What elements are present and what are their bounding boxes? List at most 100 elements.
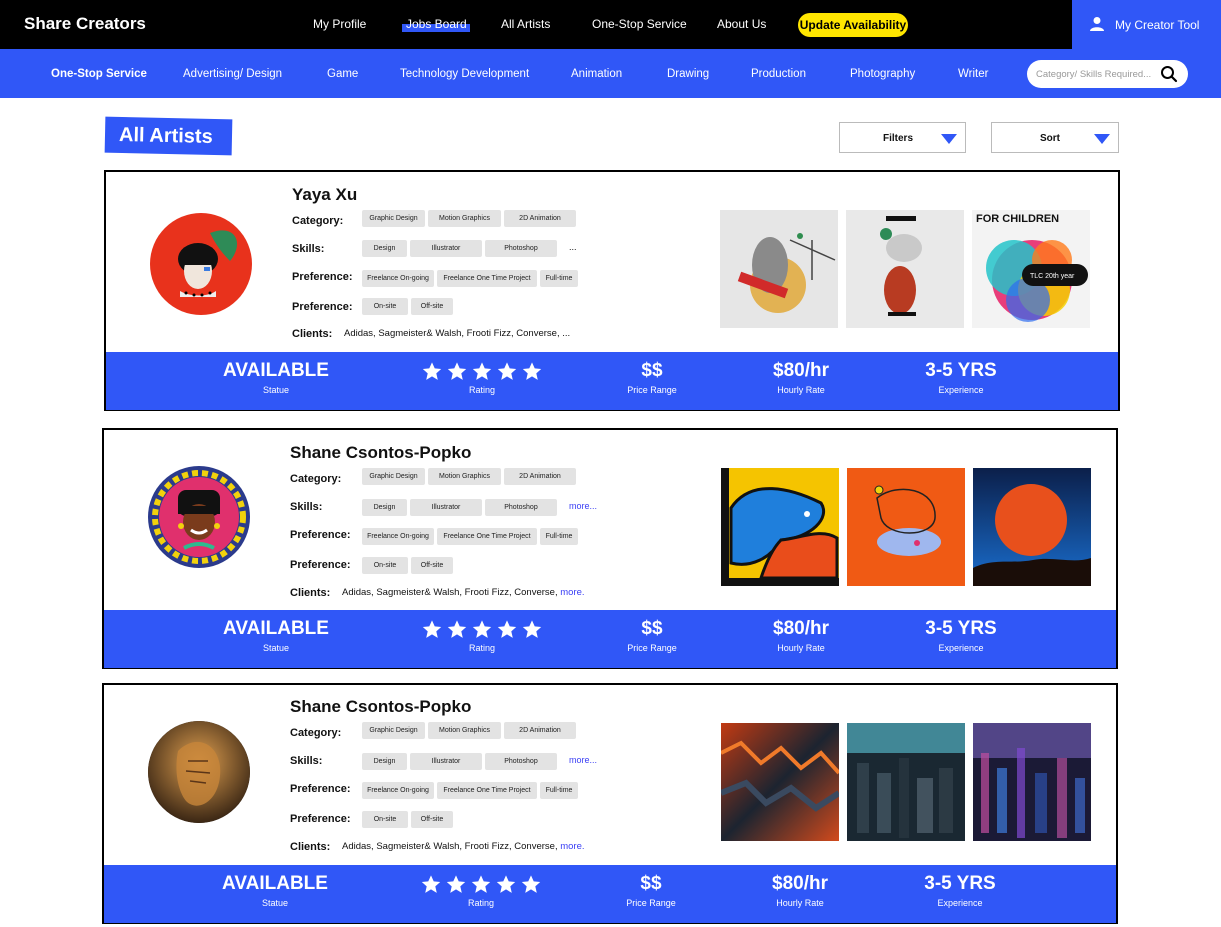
experience-value: 3-5 YRS [925,618,997,639]
brand-logo[interactable]: Share Creators [24,14,146,34]
status-value: AVAILABLE [222,873,328,894]
artist-card[interactable]: Shane Csontos-Popko Category: Graphic De… [102,428,1118,669]
clients-list: Adidas, Sagmeister& Walsh, Frooti Fizz, … [342,587,585,598]
hourly-value: $80/hr [772,873,828,894]
star-icon [497,619,517,638]
preference-tag: On-site [362,557,408,574]
status-value: AVAILABLE [223,618,329,639]
preference-tag: On-site [362,811,408,828]
hourly-label: Hourly Rate [777,385,825,395]
update-availability-button[interactable]: Update Availability [798,13,908,37]
status-value: AVAILABLE [223,360,329,381]
portfolio-thumbnail[interactable] [973,468,1091,586]
star-icon [422,619,442,638]
rating-label: Rating [468,385,495,395]
preference-tag: Full-time [540,528,578,545]
portfolio-thumbnail[interactable] [973,723,1091,841]
filters-dropdown[interactable]: Filters [839,122,966,153]
star-icon [421,874,441,893]
search-input[interactable] [1036,65,1156,83]
search-icon[interactable] [1160,65,1178,83]
nav-one-stop-service[interactable]: One-Stop Service [592,17,687,31]
skill-tag: Illustrator [410,499,482,516]
artist-name[interactable]: Shane Csontos-Popko [290,443,471,463]
rating-label: Rating [467,898,494,908]
more-clients-link[interactable]: more. [560,841,584,852]
star-icon [471,874,491,893]
price-label: Price Range [627,385,677,395]
status-label: Statue [262,385,290,395]
category-photography[interactable]: Photography [850,68,915,80]
clients-list: Adidas, Sagmeister& Walsh, Frooti Fizz, … [342,841,585,852]
portfolio-thumbnail[interactable]: FOR CHILDREN TLC 20th year [972,210,1090,328]
artist-card[interactable]: Yaya Xu Category: Graphic Design Motion … [104,170,1120,411]
my-creator-tool-button[interactable]: My Creator Tool [1072,0,1221,49]
status-stat: AVAILABLE Statue [223,618,329,653]
category-writer[interactable]: Writer [958,68,988,80]
category-label: Category: [292,215,344,227]
category-tag: 2D Animation [504,722,576,739]
portfolio-thumbnail[interactable] [721,468,839,586]
category-bar: One-Stop Service Advertising/ Design Gam… [0,49,1221,98]
chevron-down-icon [941,134,957,144]
skill-tag: Design [362,240,407,257]
skill-tag: Illustrator [410,240,482,257]
hourly-value: $80/hr [773,618,829,639]
category-technology-development[interactable]: Technology Development [400,68,529,80]
nav-about-us[interactable]: About Us [717,17,766,31]
hourly-stat: $80/hr Hourly Rate [772,873,828,908]
star-icon [496,874,516,893]
more-skills[interactable]: ... [569,242,577,252]
artist-stats-bar: AVAILABLE Statue Rating $$ Price Range $… [104,865,1116,923]
portfolio-thumbnail[interactable] [846,210,964,328]
category-animation[interactable]: Animation [571,68,622,80]
artist-avatar [148,721,250,823]
category-tag: Motion Graphics [428,468,501,485]
experience-value: 3-5 YRS [924,873,996,894]
status-label: Statue [262,643,290,653]
category-tag: 2D Animation [504,210,576,227]
artist-name[interactable]: Shane Csontos-Popko [290,697,471,717]
price-value: $$ [641,618,663,639]
star-icon [522,361,542,380]
portfolio-thumbnail[interactable] [721,723,839,841]
nav-all-artists[interactable]: All Artists [501,17,550,31]
portfolio-thumbnail[interactable] [847,468,965,586]
status-label: Statue [261,898,289,908]
preference-tag: On-site [362,298,408,315]
rating-label: Rating [468,643,495,653]
status-stat: AVAILABLE Statue [223,360,329,395]
star-icon [472,619,492,638]
portfolio-thumbnail[interactable] [847,723,965,841]
rating-stars [422,618,543,640]
clients-list: Adidas, Sagmeister& Walsh, Frooti Fizz, … [344,328,571,339]
star-icon [497,361,517,380]
category-game[interactable]: Game [327,68,358,80]
hourly-label: Hourly Rate [777,643,825,653]
price-stat: $$ Price Range [626,873,676,908]
portfolio-thumbnail[interactable] [720,210,838,328]
rating-stars [422,360,543,382]
artist-name[interactable]: Yaya Xu [292,185,357,205]
skills-label: Skills: [290,501,323,513]
price-stat: $$ Price Range [627,360,677,395]
price-value: $$ [640,873,662,894]
category-advertising-design[interactable]: Advertising/ Design [183,68,282,80]
nav-jobs-board[interactable]: Jobs Board [406,17,467,31]
sort-dropdown[interactable]: Sort [991,122,1119,153]
more-skills-link[interactable]: more... [569,755,597,765]
experience-stat: 3-5 YRS Experience [925,618,996,653]
experience-label: Experience [938,385,984,395]
category-label: Category: [290,727,342,739]
more-clients-link[interactable]: more. [560,587,584,598]
category-one-stop-service[interactable]: One-Stop Service [51,68,147,80]
category-drawing[interactable]: Drawing [667,68,709,80]
nav-my-profile[interactable]: My Profile [313,17,366,31]
more-skills-link[interactable]: more... [569,501,597,511]
preference-tag: Freelance On-going [362,528,434,545]
category-production[interactable]: Production [751,68,806,80]
page-title: All Artists [104,116,233,156]
artist-card[interactable]: Shane Csontos-Popko Category: Graphic De… [102,683,1118,924]
rating-stat: Rating [422,618,543,653]
preference-tag: Off-site [411,811,453,828]
